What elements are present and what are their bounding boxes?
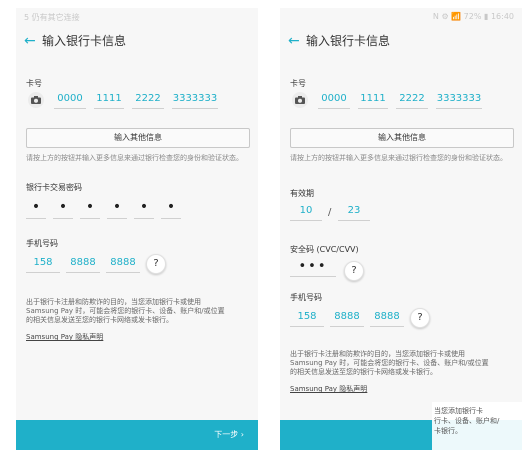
more-info-hint: 请按上方的按钮并输入更多信息来通过银行检查您的身份和验证状态。 xyxy=(290,154,507,162)
privacy-notice: 出于银行卡注册和防欺诈的目的，当您添加银行卡或使用 Samsung Pay 时，… xyxy=(290,350,516,377)
privacy-line: 的相关信息发送至您的银行卡网络或发卡银行。 xyxy=(290,368,437,376)
next-button[interactable]: 下一步 › xyxy=(214,429,244,440)
pin-digit[interactable]: • xyxy=(161,200,181,219)
expiry-month-field[interactable]: 10 xyxy=(290,204,322,221)
page-title: 输入银行卡信息 xyxy=(306,34,391,48)
phone-label: 手机号码 xyxy=(290,293,322,302)
overlay-line: 当您添加银行卡 xyxy=(434,407,483,415)
card-number-label: 卡号 xyxy=(290,79,306,88)
camera-icon[interactable] xyxy=(292,92,308,108)
card-number-label: 卡号 xyxy=(26,79,42,88)
camera-icon[interactable] xyxy=(28,92,44,108)
card-number-field-3[interactable]: 2222 xyxy=(396,92,428,109)
back-arrow-icon[interactable]: ← xyxy=(24,34,36,48)
left-phone-screen: 5 仍有其它连接 ← 输入银行卡信息 卡号 0000 1111 2222 333… xyxy=(16,8,258,450)
privacy-line: 出于银行卡注册和防欺诈的目的，当您添加银行卡或使用 xyxy=(290,350,465,358)
app-bar: ← 输入银行卡信息 xyxy=(280,26,522,58)
expiry-year-field[interactable]: 23 xyxy=(338,204,370,221)
overlay-line: 行卡、设备、账户和/ xyxy=(434,417,500,425)
phone-field-3[interactable]: 8888 xyxy=(370,310,404,327)
expiry-label: 有效期 xyxy=(290,189,314,198)
right-phone-screen: N ⚙ 📶 72% ▮ 16:40 ← 输入银行卡信息 卡号 0000 1111… xyxy=(280,8,522,450)
cvc-label: 安全码 (CVC/CVV) xyxy=(290,245,359,254)
phone-field-2[interactable]: 8888 xyxy=(330,310,364,327)
status-bar: N ⚙ 📶 72% ▮ 16:40 xyxy=(280,8,522,24)
card-number-field-2[interactable]: 1111 xyxy=(94,92,124,109)
pin-label: 银行卡交易密码 xyxy=(26,183,82,192)
card-number-field-4[interactable]: 3333333 xyxy=(172,92,218,109)
pin-digit[interactable]: • xyxy=(53,200,73,219)
help-question-icon[interactable]: ? xyxy=(410,308,430,328)
card-number-field-4[interactable]: 3333333 xyxy=(436,92,482,109)
back-arrow-icon[interactable]: ← xyxy=(288,34,300,48)
pin-digit[interactable]: • xyxy=(26,200,46,219)
pin-digit[interactable]: • xyxy=(107,200,127,219)
status-icons: N ⚙ 📶 72% ▮ 16:40 xyxy=(432,12,514,21)
bottom-action-bar: 下一步 › xyxy=(16,420,258,450)
privacy-policy-link[interactable]: Samsung Pay 隐私声明 xyxy=(26,332,103,342)
phone-field-1[interactable]: 158 xyxy=(26,256,60,273)
cvc-field[interactable]: ••• xyxy=(290,260,336,277)
card-number-field-1[interactable]: 0000 xyxy=(318,92,350,109)
app-bar: ← 输入银行卡信息 xyxy=(16,26,258,58)
privacy-line: 的相关信息发送至您的银行卡网络或发卡银行。 xyxy=(26,316,173,324)
privacy-line: 出于银行卡注册和防欺诈的目的，当您添加银行卡或使用 xyxy=(26,298,201,306)
enter-more-info-button[interactable]: 输入其他信息 xyxy=(290,128,514,148)
help-question-icon[interactable]: ? xyxy=(344,261,364,281)
overlay-text-fragment: 当您添加银行卡 行卡、设备、账户和/ 卡银行。 xyxy=(432,402,522,450)
pin-digit[interactable]: • xyxy=(134,200,154,219)
privacy-notice: 出于银行卡注册和防欺诈的目的，当您添加银行卡或使用 Samsung Pay 时，… xyxy=(26,298,252,325)
status-bar: 5 仍有其它连接 xyxy=(16,8,258,24)
help-question-icon[interactable]: ? xyxy=(146,254,166,274)
card-number-field-1[interactable]: 0000 xyxy=(54,92,86,109)
phone-label: 手机号码 xyxy=(26,239,58,248)
phone-field-3[interactable]: 8888 xyxy=(106,256,140,273)
pin-digit[interactable]: • xyxy=(80,200,100,219)
expiry-separator: / xyxy=(328,207,332,218)
more-info-hint: 请按上方的按钮并输入更多信息来通过银行检查您的身份和验证状态。 xyxy=(26,154,243,162)
overlay-line: 卡银行。 xyxy=(434,427,462,435)
phone-field-2[interactable]: 8888 xyxy=(66,256,100,273)
phone-field-1[interactable]: 158 xyxy=(290,310,324,327)
status-text: 5 仍有其它连接 xyxy=(24,13,80,22)
privacy-line: Samsung Pay 时，可能会将您的银行卡、设备、账户和/或位置 xyxy=(26,307,225,315)
page-title: 输入银行卡信息 xyxy=(42,34,127,48)
privacy-policy-link[interactable]: Samsung Pay 隐私声明 xyxy=(290,384,367,394)
card-number-field-2[interactable]: 1111 xyxy=(358,92,388,109)
privacy-line: Samsung Pay 时，可能会将您的银行卡、设备、账户和/或位置 xyxy=(290,359,489,367)
card-number-field-3[interactable]: 2222 xyxy=(132,92,164,109)
enter-more-info-button[interactable]: 输入其他信息 xyxy=(26,128,250,148)
